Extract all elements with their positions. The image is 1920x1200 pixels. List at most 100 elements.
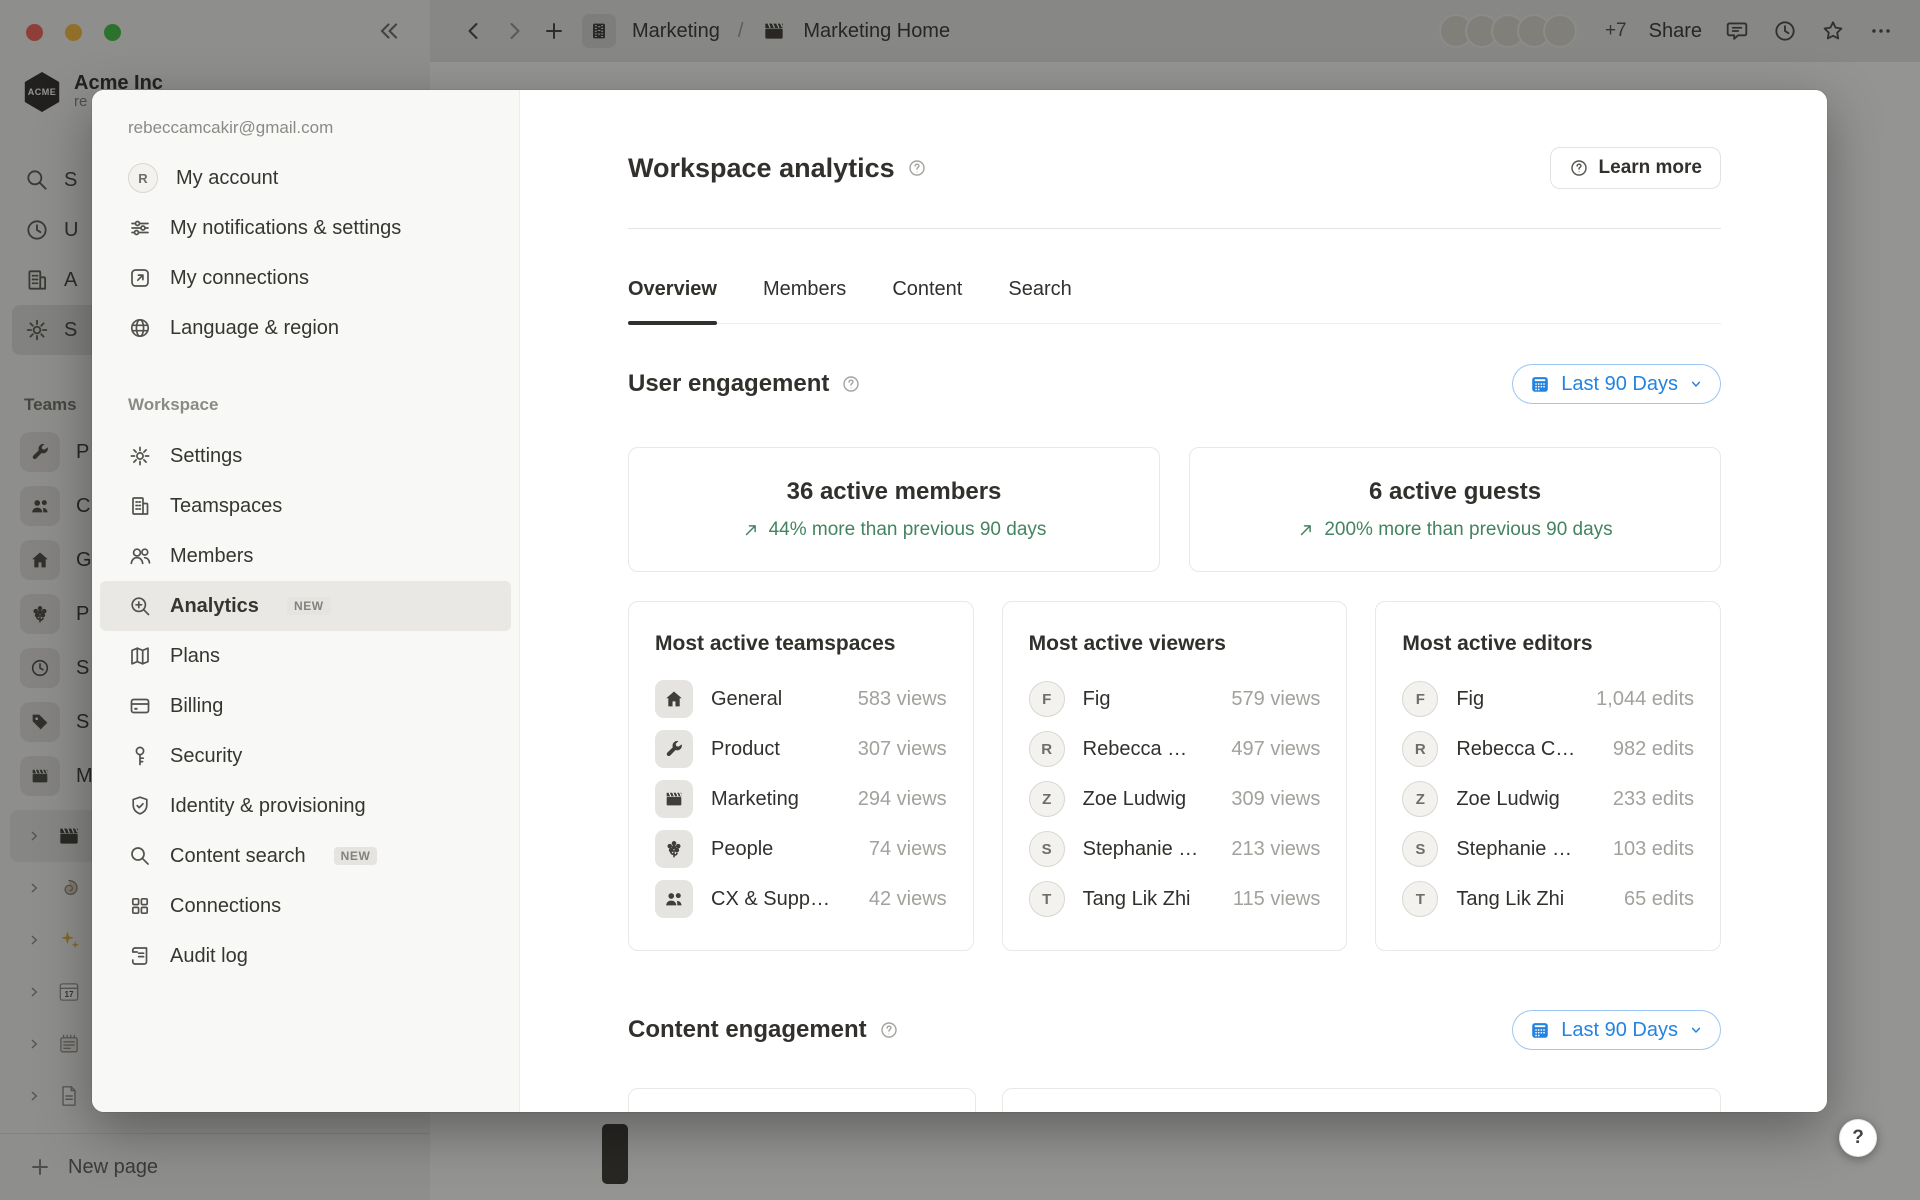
settings-item-analytics[interactable]: Analytics NEW <box>100 581 511 631</box>
edit-count: 65 edits <box>1624 888 1694 911</box>
map-icon <box>128 644 152 668</box>
help-button[interactable]: ? <box>1839 1119 1877 1157</box>
teamspace-name: CX & Supp… <box>711 888 851 911</box>
list-item[interactable]: F Fig 579 views <box>1029 674 1321 724</box>
help-question-icon[interactable] <box>879 1020 899 1040</box>
new-badge: NEW <box>334 847 378 865</box>
tab-search[interactable]: Search <box>1008 278 1071 323</box>
settings-item-security[interactable]: Security <box>100 731 511 781</box>
teamspace-name: People <box>711 838 851 861</box>
analytics-magnifier-icon <box>128 594 152 618</box>
avatar: S <box>1029 831 1065 867</box>
view-count: 42 views <box>869 888 947 911</box>
settings-item-members[interactable]: Members <box>100 531 511 581</box>
page-title: Workspace analytics <box>628 153 895 184</box>
avatar: F <box>1402 681 1438 717</box>
stat-headline: 36 active members <box>787 478 1002 506</box>
avatar: T <box>1402 881 1438 917</box>
avatar: Z <box>1029 781 1065 817</box>
shield-check-icon <box>128 794 152 818</box>
list-item[interactable]: People 74 views <box>655 824 947 874</box>
account-section: R My account My notifications & settings… <box>92 153 519 353</box>
list-item[interactable]: R Rebecca … 497 views <box>1029 724 1321 774</box>
list-item[interactable]: Product 307 views <box>655 724 947 774</box>
user-name: Zoe Ludwig <box>1456 788 1595 811</box>
partial-card <box>1002 1088 1721 1112</box>
chevron-down-icon <box>1688 1022 1704 1038</box>
user-name: Stephanie … <box>1456 838 1595 861</box>
active-guests-card: 6 active guests 200% more than previous … <box>1189 447 1721 572</box>
clapper-icon <box>655 780 693 818</box>
list-item[interactable]: F Fig 1,044 edits <box>1402 674 1694 724</box>
stat-delta-text: 200% more than previous 90 days <box>1324 519 1612 541</box>
user-name: Zoe Ludwig <box>1083 788 1214 811</box>
teamspace-name: Marketing <box>711 788 840 811</box>
user-name: Tang Lik Zhi <box>1083 888 1215 911</box>
most-active-editors-card: Most active editors F Fig 1,044 edits R … <box>1375 601 1721 951</box>
learn-more-button[interactable]: Learn more <box>1550 147 1721 189</box>
settings-item-identity[interactable]: Identity & provisioning <box>100 781 511 831</box>
edit-count: 103 edits <box>1613 838 1694 861</box>
settings-item-language[interactable]: Language & region <box>100 303 511 353</box>
list-item[interactable]: Z Zoe Ludwig 309 views <box>1029 774 1321 824</box>
section-title-user-engagement: User engagement <box>628 370 829 398</box>
list-item[interactable]: S Stephanie … 103 edits <box>1402 824 1694 874</box>
user-name: Fig <box>1456 688 1578 711</box>
date-range-selector[interactable]: Last 90 Days <box>1512 1010 1721 1050</box>
list-item[interactable]: Marketing 294 views <box>655 774 947 824</box>
settings-modal: rebeccamcakir@gmail.com R My account My … <box>92 90 1827 1112</box>
list-item[interactable]: T Tang Lik Zhi 115 views <box>1029 874 1321 924</box>
view-count: 115 views <box>1233 888 1320 911</box>
user-name: Rebecca … <box>1083 738 1214 761</box>
analytics-tabs: Overview Members Content Search <box>628 229 1721 324</box>
question-circle-icon <box>1569 158 1589 178</box>
notion-window: ACME Acme Inc re S U A S Te <box>0 0 1920 1200</box>
settings-item-billing[interactable]: Billing <box>100 681 511 731</box>
user-avatar: R <box>128 163 158 193</box>
help-question-icon[interactable] <box>841 374 861 394</box>
settings-item-settings[interactable]: Settings <box>100 431 511 481</box>
list-item[interactable]: S Stephanie … 213 views <box>1029 824 1321 874</box>
calendar-icon <box>1529 1019 1551 1041</box>
settings-item-my-connections[interactable]: My connections <box>100 253 511 303</box>
settings-item-content-search[interactable]: Content search NEW <box>100 831 511 881</box>
user-name: Stephanie … <box>1083 838 1214 861</box>
edit-count: 1,044 edits <box>1596 688 1694 711</box>
active-members-card: 36 active members 44% more than previous… <box>628 447 1160 572</box>
list-item[interactable]: General 583 views <box>655 674 947 724</box>
settings-item-audit-log[interactable]: Audit log <box>100 931 511 981</box>
settings-item-teamspaces[interactable]: Teamspaces <box>100 481 511 531</box>
leaderboard-cards: Most active teamspaces General 583 views… <box>628 601 1721 951</box>
help-question-icon[interactable] <box>907 158 927 178</box>
wrench-icon <box>655 730 693 768</box>
settings-item-my-account[interactable]: R My account <box>100 153 511 203</box>
tab-overview[interactable]: Overview <box>628 278 717 323</box>
tab-members[interactable]: Members <box>763 278 846 323</box>
avatar: R <box>1029 731 1065 767</box>
new-badge: NEW <box>287 597 331 615</box>
list-item[interactable]: T Tang Lik Zhi 65 edits <box>1402 874 1694 924</box>
stat-headline: 6 active guests <box>1369 478 1541 506</box>
settings-item-connections[interactable]: Connections <box>100 881 511 931</box>
credit-card-icon <box>128 694 152 718</box>
tab-content[interactable]: Content <box>892 278 962 323</box>
view-count: 309 views <box>1231 788 1320 811</box>
list-item[interactable]: R Rebecca C… 982 edits <box>1402 724 1694 774</box>
list-item[interactable]: Z Zoe Ludwig 233 edits <box>1402 774 1694 824</box>
globe-icon <box>128 316 152 340</box>
settings-item-notifications[interactable]: My notifications & settings <box>100 203 511 253</box>
settings-item-plans[interactable]: Plans <box>100 631 511 681</box>
date-range-selector[interactable]: Last 90 Days <box>1512 364 1721 404</box>
flower-icon <box>655 830 693 868</box>
avatar: F <box>1029 681 1065 717</box>
trend-up-icon <box>742 521 760 539</box>
user-name: Rebecca C… <box>1456 738 1595 761</box>
list-item[interactable]: CX & Supp… 42 views <box>655 874 947 924</box>
user-name: Tang Lik Zhi <box>1456 888 1606 911</box>
stat-delta-text: 44% more than previous 90 days <box>769 519 1047 541</box>
edit-count: 233 edits <box>1613 788 1694 811</box>
grid-icon <box>128 894 152 918</box>
key-icon <box>128 744 152 768</box>
avatar: Z <box>1402 781 1438 817</box>
most-active-teamspaces-card: Most active teamspaces General 583 views… <box>628 601 974 951</box>
